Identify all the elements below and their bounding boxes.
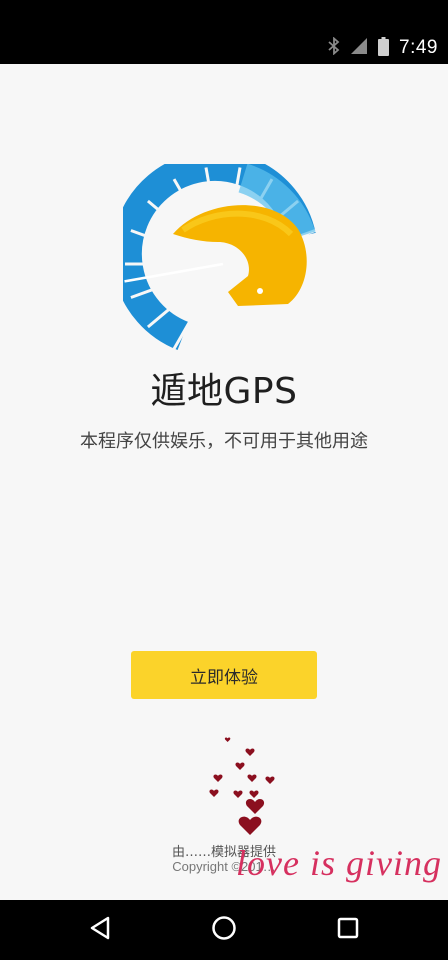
status-bar: 7:49 <box>0 0 448 64</box>
app-subtitle: 本程序仅供娱乐，不可用于其他用途 <box>80 431 368 452</box>
try-now-button[interactable]: 立即体验 <box>131 651 317 699</box>
back-icon <box>89 916 111 944</box>
battery-icon <box>378 36 390 60</box>
signal-icon <box>350 37 368 59</box>
navigation-bar <box>0 900 448 960</box>
recents-button[interactable] <box>330 912 366 948</box>
app-logo <box>111 151 323 364</box>
bluetooth-icon <box>328 36 340 59</box>
splash-screen: 遁地GPS 本程序仅供娱乐，不可用于其他用途 立即体验 由……模拟器提供 Cop… <box>0 64 448 900</box>
home-button[interactable] <box>206 912 242 948</box>
app-title: 遁地GPS <box>150 371 298 412</box>
watermark-text: love is giving <box>236 843 442 883</box>
back-button[interactable] <box>82 912 118 948</box>
status-icons: 7:49 <box>328 36 438 60</box>
home-icon <box>211 915 237 945</box>
recents-icon <box>337 917 359 943</box>
hearts-decoration <box>200 736 290 846</box>
status-time: 7:49 <box>399 37 438 58</box>
